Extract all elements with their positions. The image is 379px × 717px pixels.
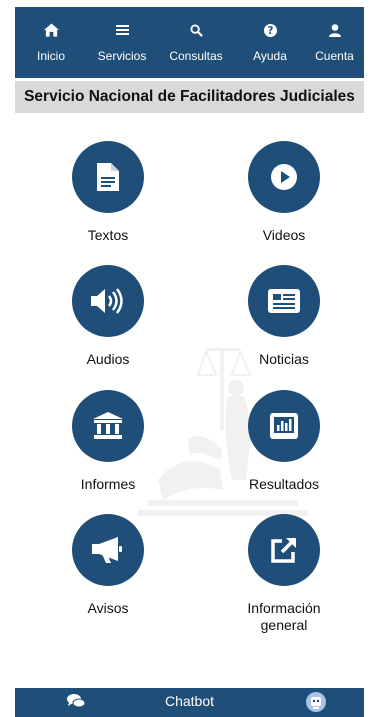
speaker-icon xyxy=(91,288,123,314)
page-title-bar: Servicio Nacional de Facilitadores Judic… xyxy=(15,81,364,113)
nav-label-servicios: Servicios xyxy=(97,49,147,63)
tile-label-general: general xyxy=(260,617,308,633)
help-icon: ? xyxy=(263,20,277,40)
newspaper-icon xyxy=(268,289,300,313)
bar-chart-icon xyxy=(270,413,298,439)
tile-informacion-general[interactable]: Información general xyxy=(209,514,359,634)
user-icon xyxy=(328,20,341,40)
nav-item-ayuda[interactable]: ? Ayuda xyxy=(235,7,305,78)
avisos-button[interactable] xyxy=(72,514,144,586)
external-link-icon xyxy=(271,537,297,563)
tile-videos[interactable]: Videos xyxy=(209,141,359,244)
videos-button[interactable] xyxy=(248,141,320,213)
svg-text:?: ? xyxy=(267,26,273,37)
audios-button[interactable] xyxy=(72,265,144,337)
menu-icon xyxy=(115,20,129,40)
nav-item-consultas[interactable]: Consultas xyxy=(157,7,235,78)
nav-item-servicios[interactable]: Servicios xyxy=(87,7,157,78)
play-icon xyxy=(271,164,297,190)
tile-informes[interactable]: Informes xyxy=(33,390,183,493)
tile-label-audios: Audios xyxy=(86,351,130,367)
tile-audios[interactable]: Audios xyxy=(33,265,183,368)
megaphone-icon xyxy=(92,537,122,563)
tile-label-informacion-general: Información general xyxy=(247,600,320,634)
nav-item-inicio[interactable]: Inicio xyxy=(15,7,87,78)
tile-label-avisos: Avisos xyxy=(87,600,129,616)
page-title: Servicio Nacional de Facilitadores Judic… xyxy=(24,88,355,105)
textos-button[interactable] xyxy=(72,141,144,213)
tile-textos[interactable]: Textos xyxy=(33,141,183,244)
tile-label-videos: Videos xyxy=(262,227,306,243)
tile-label-resultados: Resultados xyxy=(248,476,320,492)
nav-label-consultas: Consultas xyxy=(169,49,223,63)
search-icon xyxy=(189,20,203,40)
tile-avisos[interactable]: Avisos xyxy=(33,514,183,617)
institution-icon xyxy=(93,412,123,439)
bot-avatar-icon[interactable] xyxy=(306,692,326,712)
tile-label-informes: Informes xyxy=(80,476,136,492)
informacion-general-button[interactable] xyxy=(248,514,320,586)
nav-label-cuenta: Cuenta xyxy=(315,49,354,63)
tile-label-informacion: Información xyxy=(247,600,321,616)
tile-resultados[interactable]: Resultados xyxy=(209,390,359,493)
top-navbar: Inicio Servicios Consultas ? Ayuda Cuent… xyxy=(15,7,364,78)
document-icon xyxy=(97,163,119,191)
informes-button[interactable] xyxy=(72,390,144,462)
nav-label-inicio: Inicio xyxy=(36,49,65,63)
chatbot-bar[interactable]: Chatbot xyxy=(15,688,364,717)
home-icon xyxy=(43,20,59,40)
tile-label-textos: Textos xyxy=(87,227,129,243)
tile-noticias[interactable]: Noticias xyxy=(209,265,359,368)
tile-label-noticias: Noticias xyxy=(259,351,309,367)
resultados-button[interactable] xyxy=(248,390,320,462)
noticias-button[interactable] xyxy=(248,265,320,337)
nav-label-ayuda: Ayuda xyxy=(253,49,287,63)
nav-item-cuenta[interactable]: Cuenta xyxy=(305,7,364,78)
